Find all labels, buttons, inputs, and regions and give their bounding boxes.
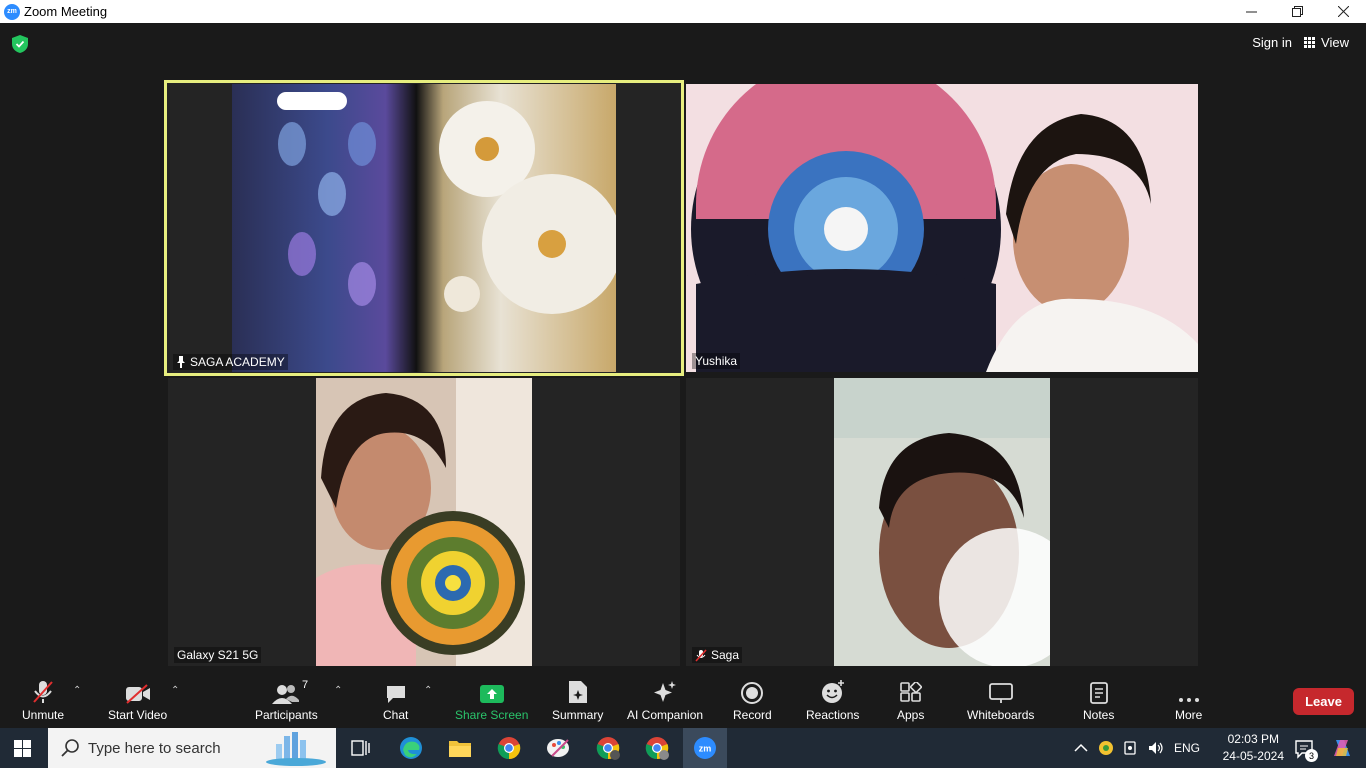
svg-text:zm: zm xyxy=(699,744,712,754)
taskbar-search-box[interactable]: Type here to search xyxy=(48,728,336,768)
notes-button[interactable]: Notes xyxy=(1083,680,1114,722)
muted-mic-icon xyxy=(33,681,53,703)
share-screen-icon xyxy=(479,685,504,703)
close-icon xyxy=(1337,6,1349,17)
ai-companion-button[interactable]: AI Companion xyxy=(627,680,703,722)
record-icon xyxy=(741,682,764,704)
summary-button[interactable]: Summary xyxy=(552,680,603,722)
leave-button[interactable]: Leave xyxy=(1293,688,1354,715)
meet-now-icon[interactable] xyxy=(1124,740,1138,756)
close-button[interactable] xyxy=(1320,0,1366,23)
video-tile-galaxy-s21[interactable]: Galaxy S21 5G xyxy=(168,378,680,666)
video-tile-yushika[interactable]: Yushika xyxy=(686,84,1198,372)
chat-options-caret[interactable]: ⌃ xyxy=(424,685,432,696)
sign-in-link[interactable]: Sign in xyxy=(1252,35,1292,50)
windows-start-icon[interactable] xyxy=(14,740,31,757)
chat-icon xyxy=(386,686,405,703)
paintings-illustration xyxy=(277,92,622,314)
whiteboard-icon xyxy=(988,683,1013,703)
minimize-icon xyxy=(1245,11,1257,13)
system-tray: ENG xyxy=(1074,728,1200,768)
file-explorer-icon[interactable] xyxy=(446,734,474,762)
view-label: View xyxy=(1321,35,1349,50)
share-screen-button[interactable]: Share Screen xyxy=(455,680,528,722)
clock[interactable]: 02:03 PM 24-05-2024 xyxy=(1223,731,1284,765)
meeting-toolbar: Unmute ⌃ Start Video ⌃ Participants 7 ⌃ … xyxy=(0,675,1366,728)
video-feed-saga xyxy=(834,378,1079,666)
participant-face-illustration xyxy=(834,378,1079,666)
video-tile-saga-academy[interactable]: SAGA ACADEMY xyxy=(164,80,684,376)
zoom-logo-icon: zm xyxy=(4,3,20,20)
participants-icon xyxy=(272,685,300,704)
chat-button[interactable]: Chat xyxy=(383,680,408,722)
more-button[interactable]: More xyxy=(1175,680,1202,722)
muted-mic-icon xyxy=(695,648,707,662)
record-button[interactable]: Record xyxy=(733,680,772,722)
task-view-icon[interactable] xyxy=(347,734,375,762)
chevron-up-icon[interactable] xyxy=(1074,743,1088,753)
restore-icon xyxy=(1291,6,1303,17)
city-skyline-icon xyxy=(266,732,326,766)
participant-name: Galaxy S21 5G xyxy=(177,648,259,662)
zoom-taskbar-icon[interactable]: zm xyxy=(683,728,727,768)
edge-browser-icon[interactable] xyxy=(397,734,425,762)
tray-app-icon[interactable] xyxy=(1098,740,1114,756)
ai-sparkle-icon xyxy=(654,681,677,702)
start-video-button[interactable]: Start Video xyxy=(108,680,167,722)
participant-name-tag: SAGA ACADEMY xyxy=(173,354,288,370)
audio-options-caret[interactable]: ⌃ xyxy=(73,685,81,696)
participants-button[interactable]: Participants xyxy=(255,680,318,722)
windows-taskbar: Type here to search zm ENG 02:03 PM 24-0… xyxy=(0,728,1366,768)
dot-art-plate-illustration xyxy=(686,84,1198,372)
apps-button[interactable]: Apps xyxy=(897,680,924,722)
participant-name-tag: Saga xyxy=(692,647,743,663)
video-feed-yushika xyxy=(686,84,1198,372)
summary-icon xyxy=(568,681,587,703)
pin-icon xyxy=(177,356,185,368)
video-feed-paintings xyxy=(232,84,622,372)
notes-icon xyxy=(1089,682,1108,704)
participant-name: Saga xyxy=(711,648,740,662)
participants-options-caret[interactable]: ⌃ xyxy=(334,685,342,696)
reactions-button[interactable]: Reactions xyxy=(806,680,859,722)
paint-app-icon[interactable] xyxy=(545,734,573,762)
encryption-shield-icon[interactable] xyxy=(12,35,28,53)
chrome-profile-icon[interactable] xyxy=(594,734,622,762)
unmute-button[interactable]: Unmute xyxy=(22,680,64,722)
more-dots-icon xyxy=(1178,698,1199,702)
search-placeholder: Type here to search xyxy=(88,739,221,757)
clock-date: 24-05-2024 xyxy=(1222,749,1284,763)
window-title: Zoom Meeting xyxy=(24,4,108,19)
participants-count: 7 xyxy=(302,679,309,691)
video-feed-galaxy-s21 xyxy=(316,378,532,666)
reactions-icon xyxy=(821,680,844,703)
chrome-profile-2-icon[interactable] xyxy=(643,734,671,762)
participant-name-tag: Galaxy S21 5G xyxy=(174,647,262,663)
participant-name: Yushika xyxy=(695,354,738,368)
participant-name: SAGA ACADEMY xyxy=(190,355,285,369)
chrome-icon[interactable] xyxy=(495,734,523,762)
speaker-icon[interactable] xyxy=(1148,741,1164,755)
view-button[interactable]: View xyxy=(1304,35,1349,50)
copilot-icon[interactable] xyxy=(1330,736,1354,760)
search-icon xyxy=(61,739,79,757)
grid-view-icon xyxy=(1304,37,1316,48)
language-indicator[interactable]: ENG xyxy=(1174,741,1200,755)
clock-time: 02:03 PM xyxy=(1227,732,1279,746)
participant-name-tag: Yushika xyxy=(692,353,741,369)
minimize-button[interactable] xyxy=(1228,0,1274,23)
video-tile-saga[interactable]: Saga xyxy=(686,378,1198,666)
video-off-icon xyxy=(125,684,150,704)
whiteboards-button[interactable]: Whiteboards xyxy=(967,680,1034,722)
apps-icon xyxy=(899,682,922,702)
notification-center-button[interactable]: 3 xyxy=(1294,738,1318,762)
title-bar: zm Zoom Meeting xyxy=(0,0,1366,23)
notification-count: 3 xyxy=(1305,749,1318,762)
mandala-art-illustration xyxy=(316,378,532,666)
meeting-stage: Sign in View SAGA ACADEMY Yushika Galaxy… xyxy=(0,23,1366,675)
restore-button[interactable] xyxy=(1274,0,1320,23)
video-options-caret[interactable]: ⌃ xyxy=(171,685,179,696)
